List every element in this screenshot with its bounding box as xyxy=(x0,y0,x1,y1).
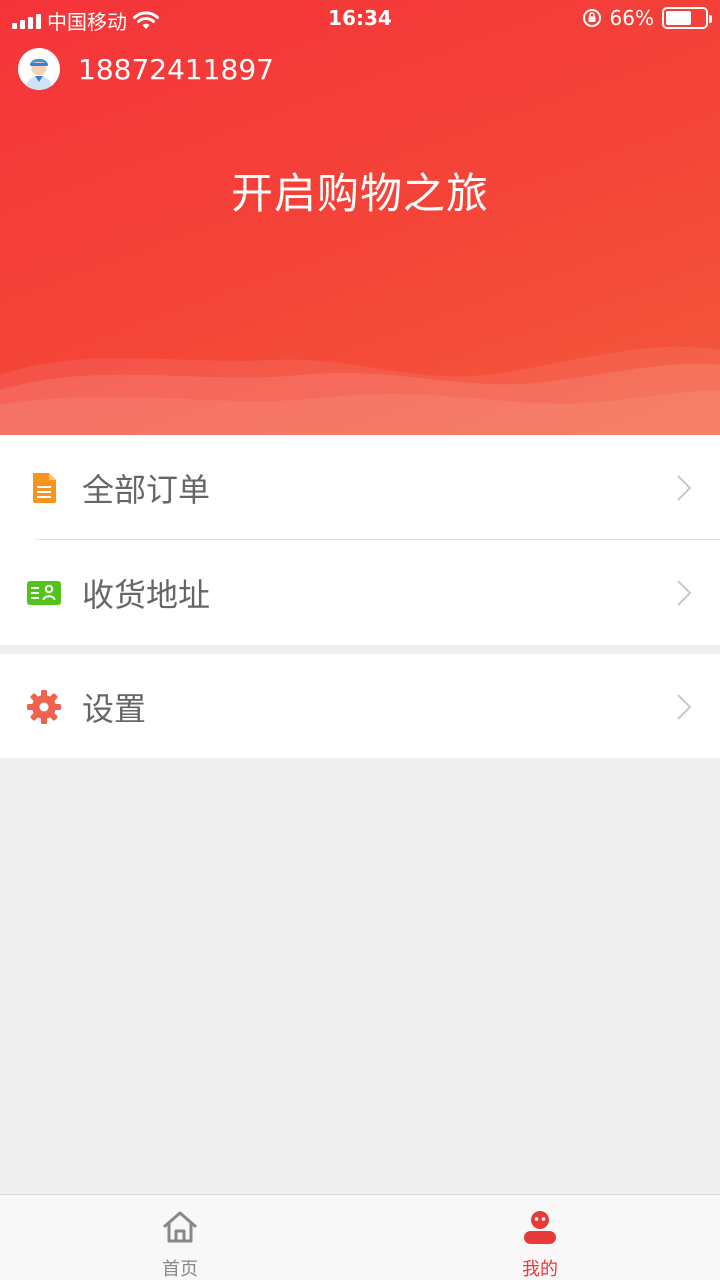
battery-percent: 66% xyxy=(609,6,654,30)
menu-label-orders: 全部订单 xyxy=(82,470,211,509)
my-page: 中国移动 16:34 66% 18872411897 开启购物之旅 全部订单 收… xyxy=(0,0,720,1280)
status-bar: 中国移动 16:34 66% xyxy=(0,0,720,38)
chevron-right-icon xyxy=(677,693,692,720)
user-phone: 18872411897 xyxy=(78,52,274,86)
status-right: 66% xyxy=(582,6,712,30)
home-icon xyxy=(163,1211,197,1243)
wave-decoration xyxy=(0,346,720,435)
rotation-lock-icon xyxy=(582,9,601,27)
menu-item-orders[interactable]: 全部订单 xyxy=(0,435,720,540)
user-icon xyxy=(524,1211,556,1244)
battery-fill xyxy=(666,11,691,25)
menu-item-settings[interactable]: 设置 xyxy=(0,654,720,759)
tab-home-label: 首页 xyxy=(162,1259,198,1280)
address-card-icon xyxy=(27,580,61,605)
gear-icon xyxy=(27,689,61,724)
chevron-right-icon xyxy=(677,474,692,501)
tab-mine[interactable]: 我的 xyxy=(360,1195,720,1280)
menu-group-settings: 设置 xyxy=(0,654,720,758)
profile-header: 中国移动 16:34 66% 18872411897 开启购物之旅 xyxy=(0,0,720,435)
menu-item-address[interactable]: 收货地址 xyxy=(0,540,720,645)
tab-mine-label: 我的 xyxy=(522,1259,558,1280)
order-document-icon xyxy=(33,472,56,503)
battery-icon xyxy=(662,7,712,29)
tab-home[interactable]: 首页 xyxy=(0,1195,360,1280)
hero-slogan: 开启购物之旅 xyxy=(230,169,489,218)
avatar[interactable] xyxy=(18,48,60,90)
menu-label-settings: 设置 xyxy=(82,689,147,728)
menu-group-orders: 全部订单 收货地址 xyxy=(0,435,720,645)
user-avatar-icon xyxy=(18,48,60,90)
menu-label-address: 收货地址 xyxy=(82,575,211,614)
chevron-right-icon xyxy=(677,579,692,606)
bottom-tab-bar: 首页 我的 xyxy=(0,1194,720,1280)
user-info[interactable]: 18872411897 xyxy=(18,48,274,90)
